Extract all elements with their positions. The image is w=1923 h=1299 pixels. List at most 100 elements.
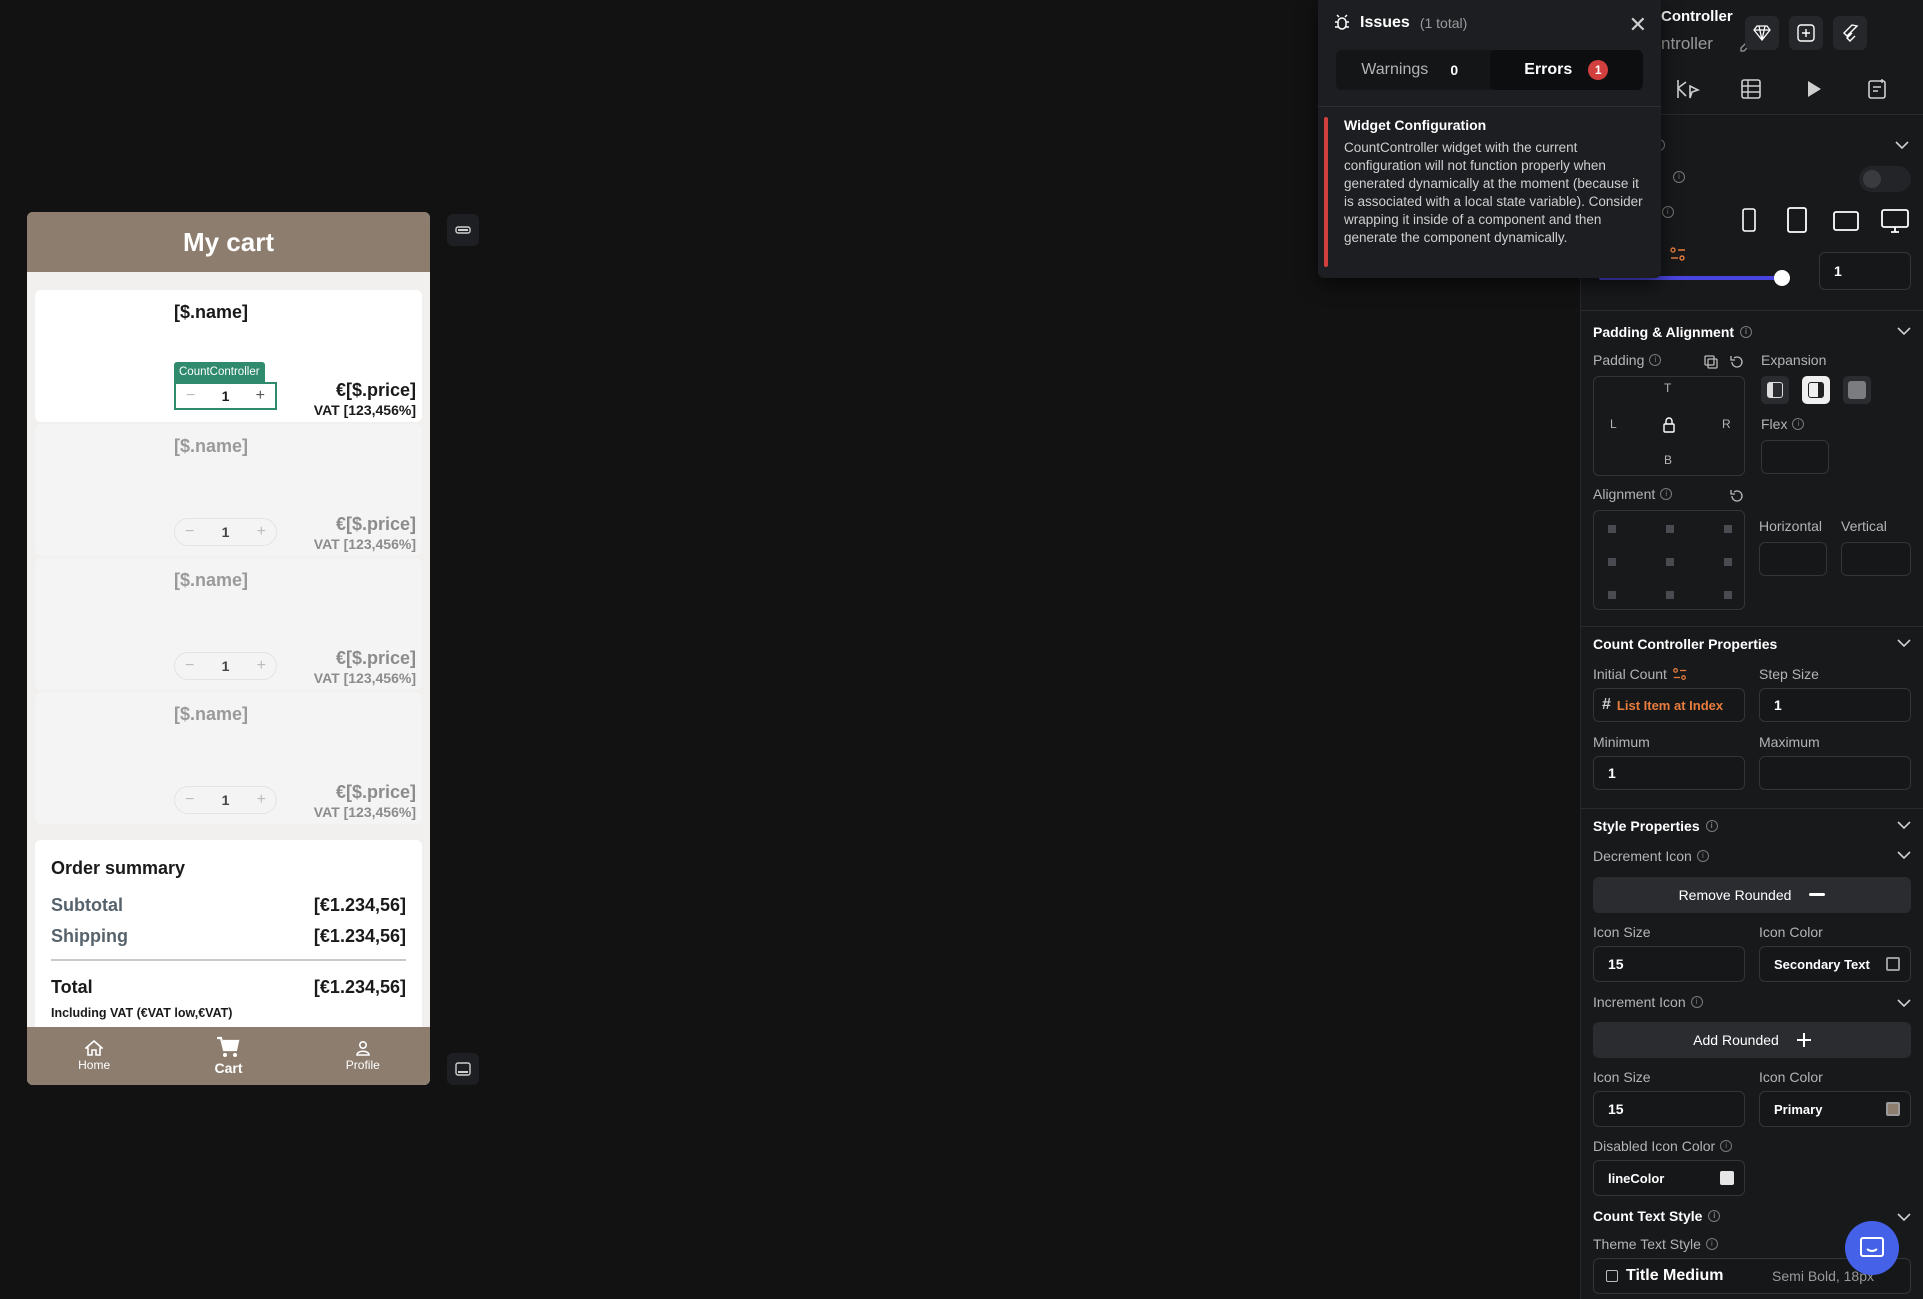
diamond-icon[interactable] xyxy=(1745,16,1779,50)
increment-icon-size-input[interactable]: 15 xyxy=(1593,1091,1745,1127)
toggle-navbar-icon[interactable] xyxy=(447,1053,479,1085)
add-widget-icon[interactable] xyxy=(1789,16,1823,50)
tablet-landscape-icon[interactable] xyxy=(1833,210,1859,232)
info-icon: i xyxy=(1720,1140,1733,1152)
nav-item-home[interactable]: Home xyxy=(44,1040,144,1072)
opacity-slider-handle[interactable] xyxy=(1774,270,1790,286)
step-size-input[interactable]: 1 xyxy=(1759,688,1911,722)
padding-box[interactable]: T L R B xyxy=(1593,376,1745,476)
backend-query-icon[interactable] xyxy=(1740,78,1762,100)
color-swatch xyxy=(1720,1171,1734,1185)
chevron-down-icon[interactable] xyxy=(1897,638,1911,648)
visibility-toggle[interactable] xyxy=(1859,166,1911,192)
flutter-icon[interactable] xyxy=(1833,16,1867,50)
count-controller[interactable]: − 1 + xyxy=(174,518,277,546)
variable-icon[interactable] xyxy=(1672,666,1688,682)
issues-title: Issues xyxy=(1360,14,1410,31)
cart-list-item[interactable]: [$.name] − 1 + €[$.price] VAT [123,456%] xyxy=(35,424,422,556)
vertical-input[interactable] xyxy=(1841,542,1911,576)
disabled-icon-color-value: lineColor xyxy=(1608,1170,1665,1186)
toggle-appbar-icon[interactable] xyxy=(447,214,479,246)
chevron-down-icon[interactable] xyxy=(1897,1212,1911,1222)
decrement-icon-color-input[interactable]: Secondary Text xyxy=(1759,946,1911,982)
tablet-size-icon[interactable] xyxy=(1786,207,1808,233)
actions-icon[interactable] xyxy=(1676,78,1700,100)
alignment-grid[interactable] xyxy=(1593,510,1745,610)
opacity-input[interactable]: 1 xyxy=(1819,252,1911,290)
decrement-icon-picker[interactable]: Remove Rounded xyxy=(1593,877,1911,913)
docs-icon[interactable] xyxy=(1866,78,1888,100)
section-title[interactable]: Padding & Alignment i xyxy=(1593,324,1911,340)
chevron-down-icon[interactable] xyxy=(1897,820,1911,830)
chevron-down-icon[interactable] xyxy=(1897,850,1911,860)
nav-item-cart[interactable]: Cart xyxy=(178,1036,278,1076)
padding-left[interactable]: L xyxy=(1610,417,1617,431)
padding-bottom[interactable]: B xyxy=(1664,453,1672,467)
shipping-label: Shipping xyxy=(51,926,128,946)
phone-size-icon[interactable] xyxy=(1741,208,1757,232)
expansion-option-1[interactable] xyxy=(1761,376,1789,404)
cart-list-item[interactable]: [$.name] − 1 + €[$.price] VAT [123,456%] xyxy=(35,558,422,690)
expansion-option-3[interactable] xyxy=(1843,376,1871,404)
style-properties-section: Style Properties i Decrement Icon i xyxy=(1593,818,1911,878)
widget-title: Controller xyxy=(1661,8,1733,25)
increment-icon-color-input[interactable]: Primary xyxy=(1759,1091,1911,1127)
count-text-style-title[interactable]: Count Text Style i xyxy=(1593,1208,1721,1224)
tab-errors[interactable]: Errors 1 xyxy=(1489,50,1643,90)
decrement-icon[interactable]: − xyxy=(185,523,194,541)
nav-item-profile[interactable]: Profile xyxy=(313,1040,413,1072)
issue-card[interactable]: Widget Configuration CountController wid… xyxy=(1318,106,1661,272)
widget-subtitle: ntroller xyxy=(1661,34,1713,53)
chevron-down-icon[interactable] xyxy=(1897,326,1911,336)
section-title[interactable]: Count Controller Properties xyxy=(1593,636,1911,652)
reset-icon[interactable] xyxy=(1729,354,1745,370)
close-icon[interactable]: ✕ xyxy=(1629,12,1647,38)
section-title[interactable]: Style Properties i xyxy=(1593,818,1911,834)
item-vat: VAT [123,456%] xyxy=(313,536,416,552)
info-icon: i xyxy=(1740,326,1753,338)
decrement-icon[interactable]: − xyxy=(186,387,195,405)
horizontal-input[interactable] xyxy=(1759,542,1827,576)
alignment-dots[interactable] xyxy=(1594,511,1746,611)
padding-right[interactable]: R xyxy=(1722,417,1731,431)
disabled-icon-color-input[interactable]: lineColor xyxy=(1593,1160,1745,1196)
chat-button[interactable] xyxy=(1845,1221,1899,1275)
cart-list-item[interactable]: [$.name] − 1 + €[$.price] VAT [123,456%] xyxy=(35,692,422,824)
chevron-down-icon[interactable] xyxy=(1895,140,1909,150)
decrement-icon[interactable]: − xyxy=(185,791,194,809)
expansion-option-2[interactable] xyxy=(1802,376,1830,404)
flex-input[interactable] xyxy=(1761,440,1829,474)
count-controller[interactable]: − 1 + xyxy=(174,652,277,680)
lock-icon[interactable] xyxy=(1662,417,1676,433)
theme-text-style-label: Theme Text Style i xyxy=(1593,1236,1718,1252)
increment-icon[interactable]: + xyxy=(256,387,265,405)
checkbox[interactable] xyxy=(1606,1270,1618,1282)
reset-icon[interactable] xyxy=(1729,488,1745,504)
decrement-icon[interactable]: − xyxy=(185,657,194,675)
variable-icon[interactable] xyxy=(1669,245,1687,263)
maximum-input[interactable] xyxy=(1759,756,1911,790)
info-icon: i xyxy=(1705,820,1718,832)
copy-icon[interactable] xyxy=(1703,354,1719,370)
increment-icon[interactable]: + xyxy=(257,523,266,541)
increment-icon[interactable]: + xyxy=(257,791,266,809)
decrement-icon-size-input[interactable]: 15 xyxy=(1593,946,1745,982)
tab-warnings[interactable]: Warnings 0 xyxy=(1336,50,1490,90)
initial-count-input[interactable]: # List Item at Index xyxy=(1593,688,1745,722)
issues-tabs: Warnings 0 Errors 1 xyxy=(1336,50,1643,90)
info-icon: i xyxy=(1696,850,1709,862)
minimum-input[interactable]: 1 xyxy=(1593,756,1745,790)
count-controller[interactable]: − 1 + xyxy=(174,786,277,814)
increment-icon-picker[interactable]: Add Rounded xyxy=(1593,1022,1911,1058)
cart-list-item[interactable]: [$.name] CountController − 1 + €[$.price… xyxy=(35,290,422,422)
initial-count-value: List Item at Index xyxy=(1616,697,1724,713)
chevron-down-icon[interactable] xyxy=(1897,998,1911,1008)
flex-label: Flex i xyxy=(1761,416,1805,432)
desktop-size-icon[interactable] xyxy=(1881,208,1909,234)
padding-top[interactable]: T xyxy=(1664,381,1671,395)
play-icon[interactable] xyxy=(1806,80,1822,98)
count-controller[interactable]: − 1 + xyxy=(174,382,277,410)
count-value: 1 xyxy=(221,388,230,404)
issues-header: Issues (1 total) xyxy=(1334,14,1467,32)
increment-icon[interactable]: + xyxy=(257,657,266,675)
